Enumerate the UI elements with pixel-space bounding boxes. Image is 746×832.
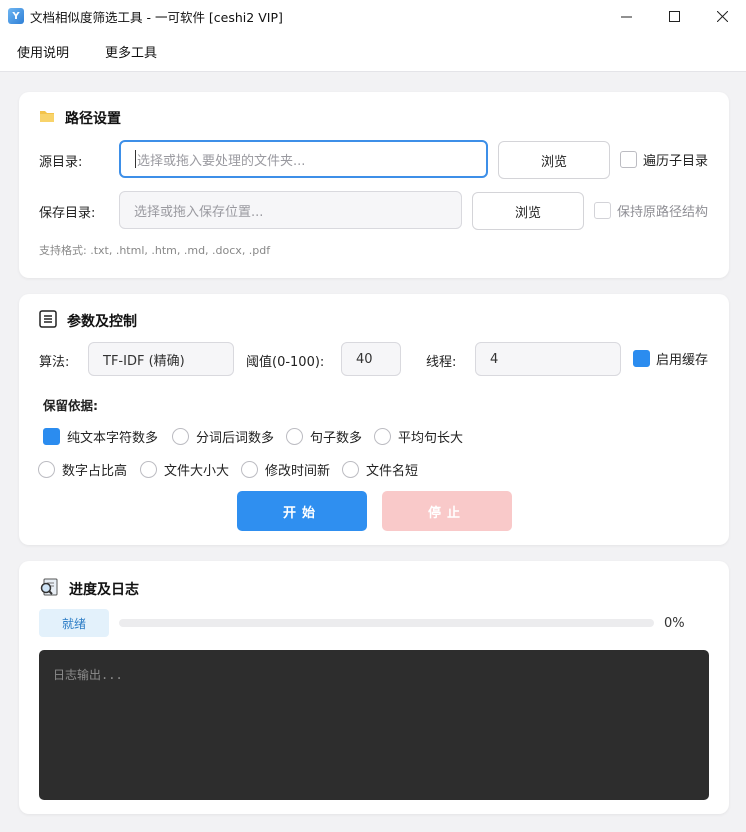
cache-checkbox-row[interactable]: 启用缓存 [633, 349, 708, 368]
option-radio[interactable] [286, 428, 303, 445]
recursive-checkbox[interactable] [620, 151, 637, 168]
option-sentence-count[interactable]: 句子数多 [286, 427, 362, 446]
progress-title: 进度及日志 [39, 577, 139, 601]
menu-item-more-tools[interactable]: 更多工具 [105, 42, 157, 61]
option-file-size[interactable]: 文件大小大 [140, 460, 229, 479]
option-filename-short[interactable]: 文件名短 [342, 460, 418, 479]
threshold-label: 阈值(0-100): [246, 355, 325, 370]
app-logo-icon: Y [8, 8, 24, 24]
threshold-input[interactable]: 40 [341, 342, 401, 376]
option-radio[interactable] [38, 461, 55, 478]
cache-label: 启用缓存 [656, 353, 709, 368]
option-radio[interactable] [241, 461, 258, 478]
source-browse-button[interactable]: 浏览 [498, 141, 610, 179]
list-icon [39, 310, 57, 332]
title-bar: Y 文档相似度筛选工具 - 一可软件 [ceshi2 VIP] [0, 0, 746, 32]
save-dir-input[interactable]: 选择或拖入保存位置... [119, 191, 462, 229]
params-card: 参数及控制 算法: TF-IDF (精确) 阈值(0-100): 40 线程: … [19, 294, 729, 545]
log-placeholder: 日志输出... [53, 668, 123, 682]
menu-item-usage[interactable]: 使用说明 [17, 42, 69, 61]
option-digit-ratio[interactable]: 数字占比高 [38, 460, 127, 479]
folder-icon [39, 108, 55, 128]
path-settings-card: 路径设置 源目录: 选择或拖入要处理的文件夹... 浏览 遍历子目录 保存目录:… [19, 92, 729, 278]
cache-checkbox[interactable] [633, 350, 650, 367]
threads-input[interactable]: 4 [475, 342, 621, 376]
option-radio[interactable] [342, 461, 359, 478]
source-dir-label: 源目录: [39, 155, 83, 170]
option-radio[interactable] [140, 461, 157, 478]
log-output[interactable]: 日志输出... [39, 650, 709, 800]
option-modified-time[interactable]: 修改时间新 [241, 460, 330, 479]
threads-label: 线程: [426, 355, 457, 370]
progress-percent: 0% [664, 616, 685, 631]
save-browse-button[interactable]: 浏览 [472, 192, 584, 230]
window-title: 文档相似度筛选工具 - 一可软件 [ceshi2 VIP] [30, 9, 283, 25]
menu-bar: 使用说明 更多工具 [0, 32, 746, 72]
option-radio[interactable] [172, 428, 189, 445]
option-avg-sentence-length[interactable]: 平均句长大 [374, 427, 463, 446]
option-radio[interactable] [374, 428, 391, 445]
progress-card: 进度及日志 就绪 0% 日志输出... [19, 561, 729, 814]
path-settings-title: 路径设置 [39, 108, 121, 128]
option-text-chars[interactable]: 纯文本字符数多 [43, 427, 158, 446]
keep-basis-label: 保留依据: [43, 398, 98, 413]
option-radio[interactable] [43, 428, 60, 445]
algo-label: 算法: [39, 355, 70, 370]
maximize-icon[interactable] [650, 0, 698, 32]
minimize-icon[interactable] [602, 0, 650, 32]
keep-structure-checkbox[interactable] [594, 202, 611, 219]
recursive-label: 遍历子目录 [643, 154, 709, 169]
close-icon[interactable] [698, 0, 746, 32]
algo-select[interactable]: TF-IDF (精确) [88, 342, 234, 376]
window-controls [602, 0, 746, 32]
stop-button[interactable]: 停止 [382, 491, 512, 531]
status-badge: 就绪 [39, 609, 109, 637]
params-title: 参数及控制 [39, 310, 137, 332]
save-dir-label: 保存目录: [39, 206, 96, 221]
option-word-count[interactable]: 分词后词数多 [172, 427, 274, 446]
text-cursor [135, 150, 136, 168]
formats-note: 支持格式: .txt, .html, .htm, .md, .docx, .pd… [39, 244, 271, 257]
search-document-icon [39, 577, 59, 601]
recursive-checkbox-row[interactable]: 遍历子目录 [620, 150, 708, 169]
progress-bar [119, 619, 654, 627]
keep-structure-label: 保持原路径结构 [617, 205, 709, 220]
source-dir-input[interactable]: 选择或拖入要处理的文件夹... [119, 140, 488, 178]
keep-structure-checkbox-row[interactable]: 保持原路径结构 [594, 201, 708, 220]
start-button[interactable]: 开始 [237, 491, 367, 531]
